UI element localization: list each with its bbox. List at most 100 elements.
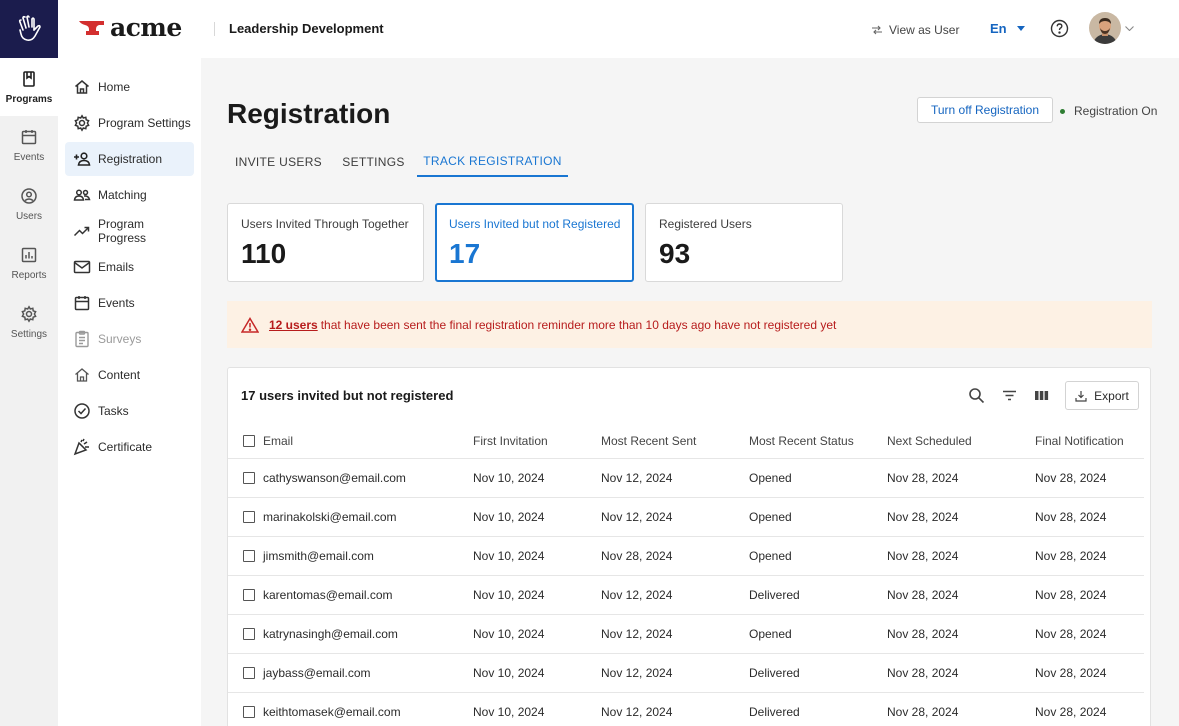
- tab-track-registration[interactable]: TRACK REGISTRATION: [417, 146, 568, 177]
- row-checkbox[interactable]: [243, 628, 255, 640]
- help-icon[interactable]: [1050, 19, 1069, 38]
- nav-item-content[interactable]: Content: [65, 358, 194, 392]
- alert-users-link[interactable]: 12 users: [269, 318, 318, 332]
- nav-item-label: Matching: [98, 188, 147, 202]
- check-circle-icon: [74, 403, 90, 419]
- stat-value: 17: [449, 238, 481, 269]
- home-icon: [75, 80, 89, 94]
- column-header-final-notification[interactable]: Final Notification: [1035, 423, 1124, 458]
- party-icon: [73, 438, 89, 456]
- nav-item-label: Surveys: [98, 332, 142, 346]
- home-icon: [75, 368, 89, 382]
- final-notification-cell: Nov 28, 2024: [1035, 549, 1107, 563]
- rail-item-reports[interactable]: Reports: [0, 246, 58, 281]
- stat-value: 110: [241, 238, 287, 269]
- row-checkbox[interactable]: [243, 550, 255, 562]
- nav-item-registration[interactable]: Registration: [65, 142, 194, 176]
- nav-item-label: Program Settings: [98, 116, 191, 130]
- user-circle-icon: [21, 188, 37, 204]
- language-select[interactable]: En: [990, 21, 1025, 36]
- turn-off-registration-button[interactable]: Turn off Registration: [917, 97, 1053, 123]
- nav-item-label: Program Progress: [98, 217, 147, 245]
- table-row[interactable]: keithtomasek@email.com Nov 10, 2024 Nov …: [228, 693, 1144, 726]
- table-header-row: Email First Invitation Most Recent Sent …: [228, 423, 1144, 459]
- brand-logo[interactable]: acme: [78, 13, 182, 42]
- row-checkbox[interactable]: [243, 667, 255, 679]
- row-checkbox[interactable]: [243, 511, 255, 523]
- nav-item-certificate[interactable]: Certificate: [65, 430, 194, 464]
- most-recent-sent-cell: Nov 12, 2024: [601, 471, 673, 485]
- hand-logo-icon[interactable]: [0, 0, 58, 58]
- nav-item-label: Events: [98, 296, 135, 310]
- nav-item-surveys[interactable]: Surveys: [65, 322, 194, 356]
- export-label: Export: [1094, 388, 1129, 403]
- most-recent-sent-cell: Nov 12, 2024: [601, 588, 673, 602]
- rail-item-users[interactable]: Users: [0, 187, 58, 222]
- email-cell: jaybass@email.com: [263, 666, 371, 680]
- email-cell: karentomas@email.com: [263, 588, 393, 602]
- row-checkbox[interactable]: [243, 472, 255, 484]
- book-icon: [23, 71, 35, 87]
- stat-card-invited[interactable]: Users Invited Through Together 110: [227, 203, 424, 282]
- email-cell: jimsmith@email.com: [263, 549, 374, 563]
- first-invitation-cell: Nov 10, 2024: [473, 549, 545, 563]
- nav-item-tasks[interactable]: Tasks: [65, 394, 194, 428]
- stat-card-registered[interactable]: Registered Users 93: [645, 203, 843, 282]
- table-row[interactable]: jimsmith@email.com Nov 10, 2024 Nov 28, …: [228, 537, 1144, 576]
- nav-item-home[interactable]: Home: [65, 70, 194, 104]
- brand-name: acme: [110, 13, 182, 42]
- registration-status: Registration On: [1060, 104, 1157, 118]
- search-icon[interactable]: [968, 387, 985, 404]
- view-as-user-link[interactable]: View as User: [871, 23, 959, 37]
- tab-invite-users[interactable]: INVITE USERS: [227, 146, 330, 177]
- gear-icon: [21, 305, 37, 323]
- nav-item-emails[interactable]: Emails: [65, 250, 194, 284]
- user-avatar[interactable]: [1089, 12, 1121, 44]
- tab-settings[interactable]: SETTINGS: [336, 146, 411, 177]
- reminder-alert: 12 users that have been sent the final r…: [227, 301, 1152, 348]
- most-recent-status-cell: Delivered: [749, 666, 800, 680]
- columns-icon[interactable]: [1033, 387, 1050, 404]
- rail-item-events[interactable]: Events: [0, 128, 58, 163]
- column-header-next-scheduled[interactable]: Next Scheduled: [887, 423, 972, 458]
- select-all-checkbox[interactable]: [243, 435, 255, 447]
- email-cell: cathyswanson@email.com: [263, 471, 406, 485]
- final-notification-cell: Nov 28, 2024: [1035, 588, 1107, 602]
- table-row[interactable]: karentomas@email.com Nov 10, 2024 Nov 12…: [228, 576, 1144, 615]
- calendar-icon: [74, 296, 90, 311]
- nav-item-program-progress[interactable]: Program Progress: [65, 214, 194, 248]
- nav-item-program-settings[interactable]: Program Settings: [65, 106, 194, 140]
- column-header-most-recent-status[interactable]: Most Recent Status: [749, 423, 854, 458]
- rail-item-settings[interactable]: Settings: [0, 305, 58, 340]
- table-row[interactable]: jaybass@email.com Nov 10, 2024 Nov 12, 2…: [228, 654, 1144, 693]
- table-row[interactable]: katrynasingh@email.com Nov 10, 2024 Nov …: [228, 615, 1144, 654]
- table-title: 17 users invited but not registered: [241, 388, 454, 403]
- column-header-email[interactable]: Email: [263, 423, 293, 458]
- column-header-most-recent-sent[interactable]: Most Recent Sent: [601, 423, 696, 458]
- rail-item-label: Reports: [11, 270, 47, 281]
- table-row[interactable]: marinakolski@email.com Nov 10, 2024 Nov …: [228, 498, 1144, 537]
- language-value: En: [990, 21, 1007, 36]
- alert-text: that have been sent the final registrati…: [320, 317, 837, 332]
- filter-icon[interactable]: [1001, 387, 1018, 404]
- most-recent-status-cell: Opened: [749, 549, 792, 563]
- row-checkbox[interactable]: [243, 706, 255, 718]
- export-button[interactable]: Export: [1065, 381, 1139, 410]
- program-nav: Home Program Settings Registration Match…: [58, 58, 201, 726]
- nav-item-events[interactable]: Events: [65, 286, 194, 320]
- column-header-first-invitation[interactable]: First Invitation: [473, 423, 548, 458]
- most-recent-sent-cell: Nov 12, 2024: [601, 705, 673, 719]
- stat-card-not-registered[interactable]: Users Invited but not Registered 17: [435, 203, 634, 282]
- next-scheduled-cell: Nov 28, 2024: [887, 588, 959, 602]
- nav-item-label: Content: [98, 368, 141, 382]
- most-recent-sent-cell: Nov 28, 2024: [601, 549, 673, 563]
- row-checkbox[interactable]: [243, 589, 255, 601]
- final-notification-cell: Nov 28, 2024: [1035, 471, 1107, 485]
- table-row[interactable]: cathyswanson@email.com Nov 10, 2024 Nov …: [228, 459, 1144, 498]
- chevron-down-icon[interactable]: [1125, 26, 1134, 31]
- final-notification-cell: Nov 28, 2024: [1035, 510, 1107, 524]
- app-rail: Programs Events Users Reports Settings: [0, 0, 58, 726]
- most-recent-status-cell: Opened: [749, 510, 792, 524]
- nav-item-matching[interactable]: Matching: [65, 178, 194, 212]
- rail-item-programs[interactable]: Programs: [0, 58, 58, 116]
